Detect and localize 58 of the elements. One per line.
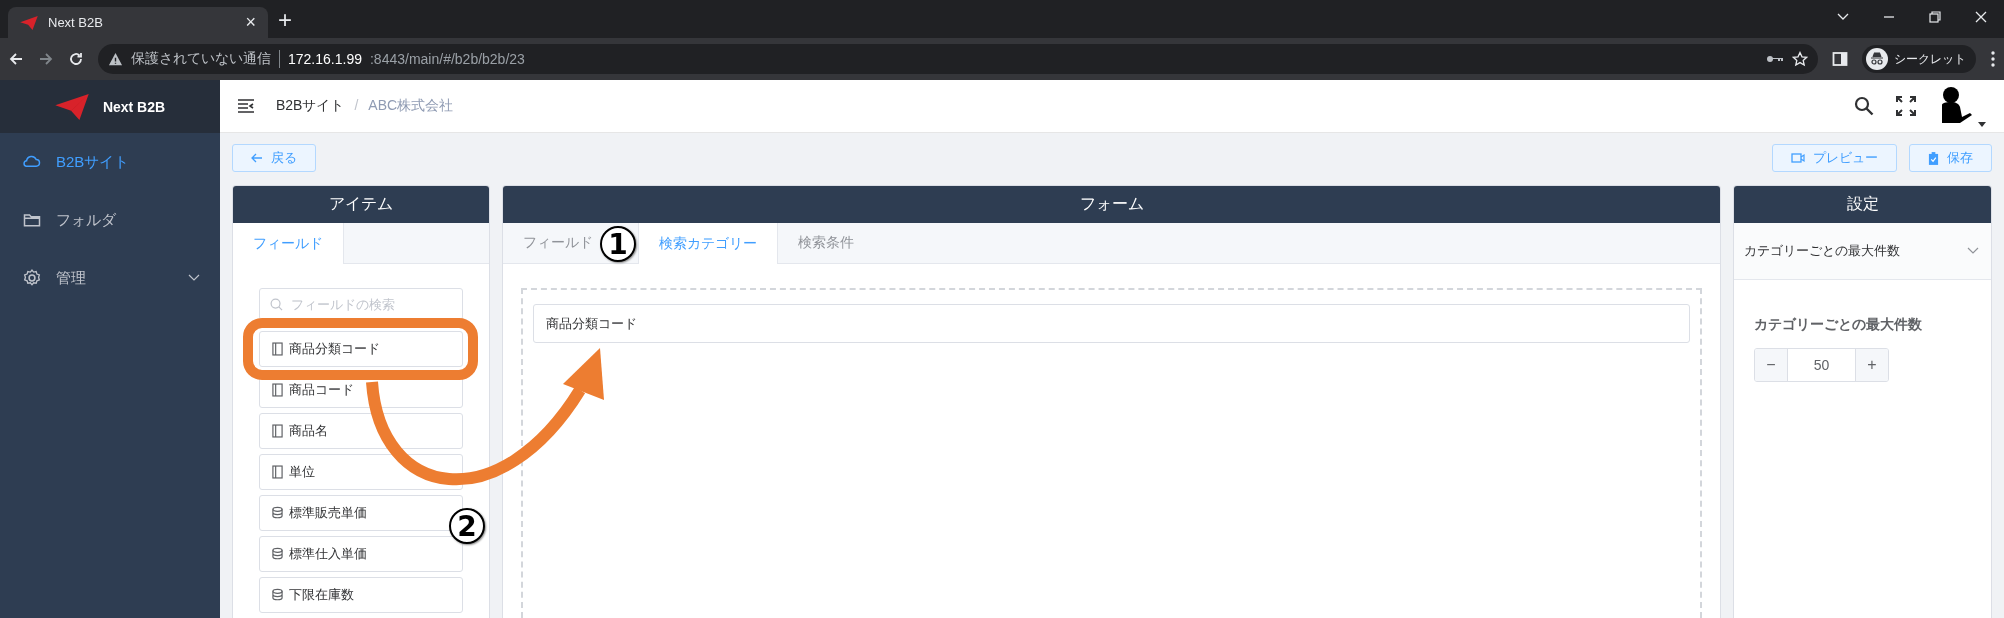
back-arrow-icon[interactable] [8, 51, 24, 67]
sidebar-item[interactable]: 管理 [0, 249, 220, 307]
more-menu-icon[interactable] [1990, 50, 1996, 68]
panel-title: 設定 [1734, 186, 1991, 223]
caret-icon [1978, 122, 1986, 127]
document-icon [272, 342, 283, 356]
camera-icon [1791, 153, 1805, 163]
gear-icon [22, 268, 42, 288]
decrement-button[interactable]: − [1755, 349, 1787, 381]
url-path: :8443/main/#/b2b/b2b/23 [369, 51, 525, 67]
database-icon [272, 588, 283, 602]
field-item[interactable]: 商品名 [259, 413, 463, 449]
chevron-down-icon [1967, 247, 1979, 255]
document-icon [272, 465, 283, 479]
breadcrumb-separator: / [354, 97, 359, 115]
database-icon [272, 506, 283, 520]
sidebar-item[interactable]: B2Bサイト [0, 133, 220, 191]
star-icon[interactable] [1792, 51, 1808, 67]
brand-logo[interactable]: Next B2B [0, 80, 220, 133]
side-panel-icon[interactable] [1832, 51, 1848, 67]
incognito-icon [1866, 48, 1888, 70]
clipboard-icon [1928, 151, 1939, 165]
field-item[interactable]: 標準仕入単価 [259, 536, 463, 572]
document-icon [272, 424, 283, 438]
paper-plane-icon [20, 15, 38, 30]
document-icon [272, 383, 283, 397]
security-warning: 保護されていない通信 [131, 50, 271, 68]
url-host: 172.16.1.99 [288, 51, 362, 67]
database-icon [272, 547, 283, 561]
collapse-menu-icon[interactable] [238, 99, 254, 113]
forward-arrow-icon[interactable] [38, 51, 54, 67]
placed-field[interactable]: 商品分類コード [533, 304, 1690, 343]
field-item[interactable]: 下限在庫数 [259, 577, 463, 613]
address-bar[interactable]: 保護されていない通信 172.16.1.99 :8443/main/#/b2b/b2b/23 [98, 44, 1818, 74]
reload-icon[interactable] [68, 51, 84, 67]
key-icon[interactable] [1766, 54, 1784, 64]
increment-button[interactable]: + [1856, 349, 1888, 381]
sidebar-item[interactable]: フォルダ [0, 191, 220, 249]
collapse-title: カテゴリーごとの最大件数 [1744, 242, 1900, 260]
left-arrow-icon [251, 153, 263, 163]
search-icon[interactable] [1854, 96, 1874, 116]
paper-plane-icon [54, 93, 89, 120]
search-icon [270, 297, 283, 311]
panel-title: フォーム [503, 186, 1720, 223]
incognito-badge[interactable]: シークレット [1862, 45, 1976, 73]
new-tab-button[interactable]: + [278, 6, 292, 34]
fullscreen-icon[interactable] [1896, 96, 1916, 116]
breadcrumb-link[interactable]: B2Bサイト [276, 97, 345, 115]
collapse-header[interactable]: カテゴリーごとの最大件数 [1734, 223, 1991, 280]
warning-icon [108, 51, 123, 67]
panel-title: アイテム [233, 186, 489, 223]
field-item[interactable]: 単位 [259, 454, 463, 490]
brand-name: Next B2B [102, 98, 166, 115]
field-label: カテゴリーごとの最大件数 [1754, 316, 1923, 334]
field-item[interactable]: 商品分類コード [259, 331, 463, 367]
close-tab-button[interactable]: × [245, 12, 256, 33]
tab-title: Next B2B [48, 15, 104, 30]
browser-tab[interactable]: Next B2B × [8, 7, 268, 38]
